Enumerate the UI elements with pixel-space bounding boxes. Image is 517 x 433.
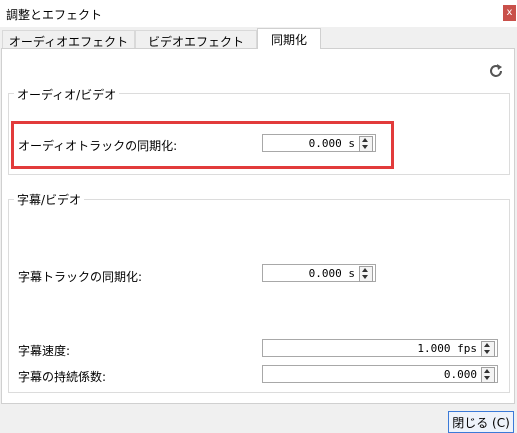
subtitle-speed-spinbox[interactable]: 1.000 fps (262, 339, 498, 357)
chevron-up-icon[interactable] (484, 369, 490, 373)
refresh-icon[interactable] (487, 62, 505, 80)
subtitle-speed-stepper[interactable] (481, 341, 495, 357)
subtitle-track-sync-label: 字幕トラックの同期化: (18, 270, 143, 284)
chevron-up-icon[interactable] (484, 343, 490, 347)
subtitle-video-group (8, 199, 510, 393)
tab-synchronization[interactable]: 同期化 (257, 28, 321, 49)
subtitle-speed-value: 1.000 fps (417, 342, 477, 355)
window-title: 調整とエフェクト (6, 8, 103, 22)
subtitle-track-sync-stepper[interactable] (359, 266, 373, 282)
subtitle-track-sync-value: 0.000 s (308, 267, 355, 280)
audio-video-group-title: オーディオ/ビデオ (14, 86, 120, 103)
chevron-down-icon[interactable] (484, 350, 490, 354)
close-button[interactable]: 閉じる (C) (448, 411, 514, 433)
subtitle-duration-label: 字幕の持続係数: (18, 370, 107, 384)
tab-audio-effects[interactable]: オーディオエフェクト (2, 30, 135, 49)
chevron-up-icon[interactable] (362, 268, 368, 272)
subtitle-duration-value: 0.000 (443, 368, 477, 381)
subtitle-track-sync-spinbox[interactable]: 0.000 s (262, 264, 376, 282)
window-close-button[interactable]: x (503, 5, 516, 21)
tab-video-effects[interactable]: ビデオエフェクト (135, 30, 257, 49)
subtitle-video-group-title: 字幕/ビデオ (14, 191, 85, 208)
subtitle-duration-spinbox[interactable]: 0.000 (262, 365, 498, 383)
highlight-box (11, 121, 394, 169)
chevron-down-icon[interactable] (362, 275, 368, 279)
subtitle-speed-label: 字幕速度: (18, 344, 71, 358)
subtitle-duration-stepper[interactable] (481, 367, 495, 383)
chevron-down-icon[interactable] (484, 376, 490, 380)
